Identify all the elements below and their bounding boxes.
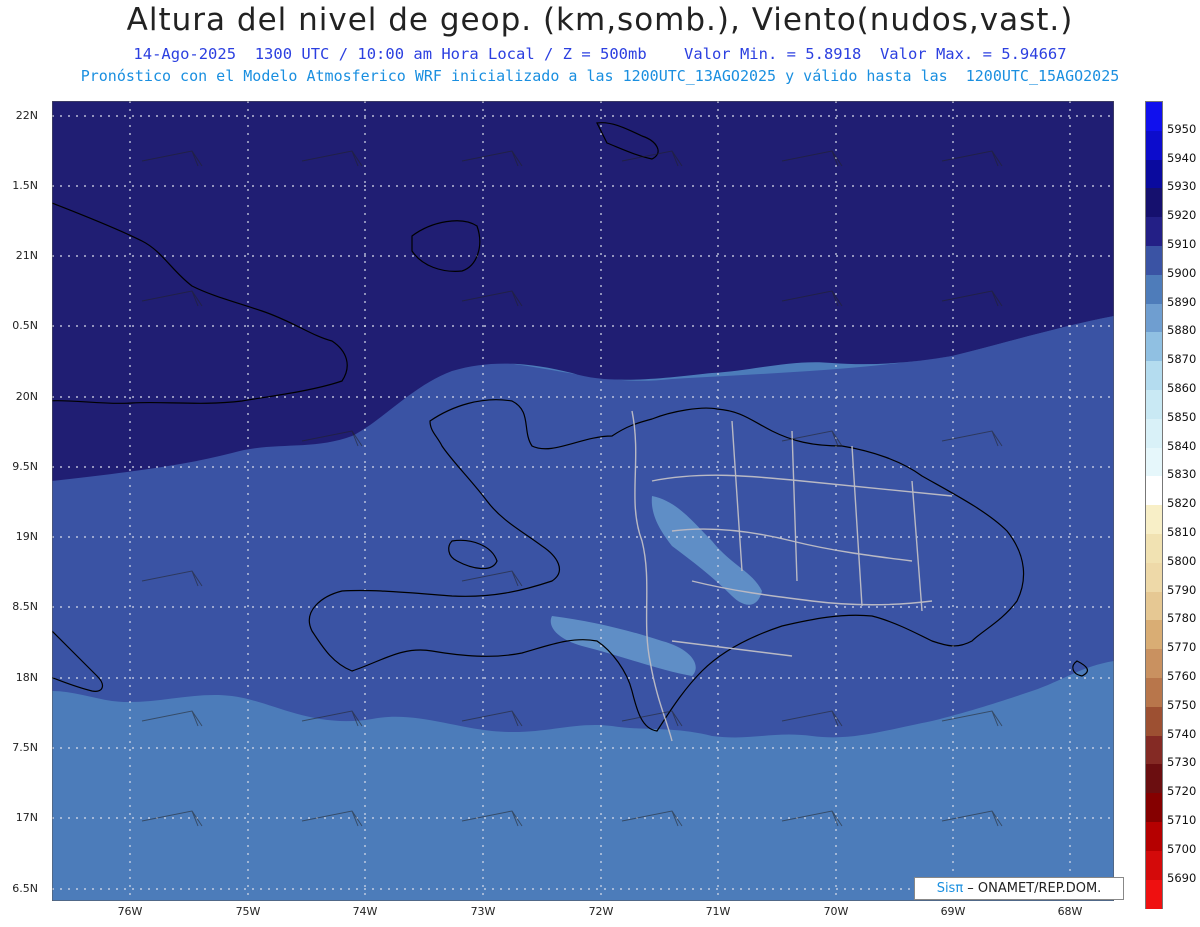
lon-label: 75W [235, 905, 261, 918]
color-scale-label: 5750 [1167, 697, 1197, 712]
lon-label: 68W [1057, 905, 1083, 918]
lat-label: 6.5N [12, 882, 38, 895]
color-scale-segment [1146, 418, 1162, 449]
color-scale-label: 5890 [1167, 294, 1197, 309]
credit-brand: Sisπ [936, 881, 964, 896]
lat-label: 20N [15, 390, 38, 403]
color-scale-label: 5940 [1167, 150, 1197, 165]
lon-label: 70W [823, 905, 849, 918]
credit-box: Sisπ – ONAMET/REP.DOM. [914, 877, 1124, 900]
color-scale-label: 5760 [1167, 669, 1197, 683]
lon-label: 73W [470, 905, 496, 918]
color-scale-label: 5800 [1167, 553, 1197, 568]
map-panel [46, 100, 1115, 902]
lon-label: 74W [352, 905, 378, 918]
color-scale-label: 5720 [1167, 784, 1197, 799]
color-scale-segment [1146, 678, 1162, 708]
lon-label: 69W [940, 905, 966, 918]
color-scale-segment [1146, 706, 1162, 737]
map-canvas [46, 100, 1115, 902]
color-scale-bar [1145, 101, 1163, 910]
lat-label: 0.5N [12, 319, 38, 332]
lat-label: 18N [15, 671, 38, 684]
color-scale-label: 5830 [1167, 467, 1197, 482]
lat-label: 19N [15, 530, 38, 543]
color-scale-label: 5870 [1167, 352, 1197, 367]
color-scale-label: 5710 [1167, 813, 1197, 827]
color-scale-segment [1146, 188, 1162, 218]
color-scale-segment [1146, 534, 1162, 564]
color-scale-label: 5920 [1167, 208, 1197, 223]
color-scale-label: 5880 [1167, 323, 1197, 338]
color-scale-segment [1146, 735, 1162, 765]
color-scale-segment [1146, 361, 1162, 391]
color-scale-label: 5820 [1167, 496, 1197, 511]
color-scale-label: 5840 [1167, 438, 1197, 453]
lon-label: 71W [705, 905, 731, 918]
color-scale-segment [1146, 130, 1162, 161]
lat-label: 21N [15, 249, 38, 262]
color-scale-segment [1146, 102, 1162, 132]
color-scale-segment [1146, 303, 1162, 333]
color-scale-segment [1146, 332, 1162, 362]
color-scale-label: 5790 [1167, 582, 1197, 597]
color-scale-label: 5740 [1167, 726, 1197, 741]
color-scale-label: 5850 [1167, 409, 1197, 424]
color-scale-segment [1146, 649, 1162, 679]
color-scale-label: 5860 [1167, 381, 1197, 395]
color-scale-segment [1146, 246, 1162, 276]
lon-label: 72W [588, 905, 614, 918]
color-scale-segment [1146, 850, 1162, 881]
credit-text: – ONAMET/REP.DOM. [963, 881, 1102, 896]
color-scale-segment [1146, 390, 1162, 420]
color-scale-segment [1146, 793, 1162, 823]
color-scale-segment [1146, 447, 1162, 477]
color-scale-label: 5900 [1167, 265, 1197, 280]
color-scale-segment [1146, 505, 1162, 535]
color-scale-segment [1146, 476, 1162, 506]
color-scale-label: 5690 [1167, 870, 1197, 885]
color-scale-segment [1146, 562, 1162, 593]
lon-label: 76W [117, 905, 143, 918]
color-scale-label: 5910 [1167, 237, 1197, 251]
lat-label: 7.5N [12, 741, 38, 754]
lat-label: 9.5N [12, 460, 38, 473]
color-scale-label: 5930 [1167, 179, 1197, 194]
color-scale-segment [1146, 764, 1162, 794]
color-scale-label: 5700 [1167, 841, 1197, 856]
lat-label: 1.5N [12, 179, 38, 192]
color-scale-label: 5810 [1167, 525, 1197, 539]
color-scale-segment [1146, 274, 1162, 305]
color-scale-segment [1146, 591, 1162, 621]
chart-subtitle-time: 14-Ago-2025 1300 UTC / 10:00 am Hora Loc… [133, 45, 1067, 63]
lat-label: 8.5N [12, 600, 38, 613]
color-scale-label: 5730 [1167, 755, 1197, 770]
color-scale-segment [1146, 879, 1162, 909]
color-scale-label: 5950 [1167, 121, 1197, 136]
chart-title: Altura del nivel de geop. (km,somb.), Vi… [126, 2, 1074, 38]
color-scale-segment [1146, 620, 1162, 650]
color-scale-label: 5780 [1167, 611, 1197, 626]
color-scale-label: 5770 [1167, 640, 1197, 655]
color-scale-segment [1146, 159, 1162, 189]
color-scale-segment [1146, 822, 1162, 852]
lat-label: 22N [15, 109, 38, 122]
lat-label: 17N [15, 811, 38, 824]
chart-subtitle-model: Pronóstico con el Modelo Atmosferico WRF… [80, 67, 1120, 85]
color-scale-segment [1146, 217, 1162, 247]
